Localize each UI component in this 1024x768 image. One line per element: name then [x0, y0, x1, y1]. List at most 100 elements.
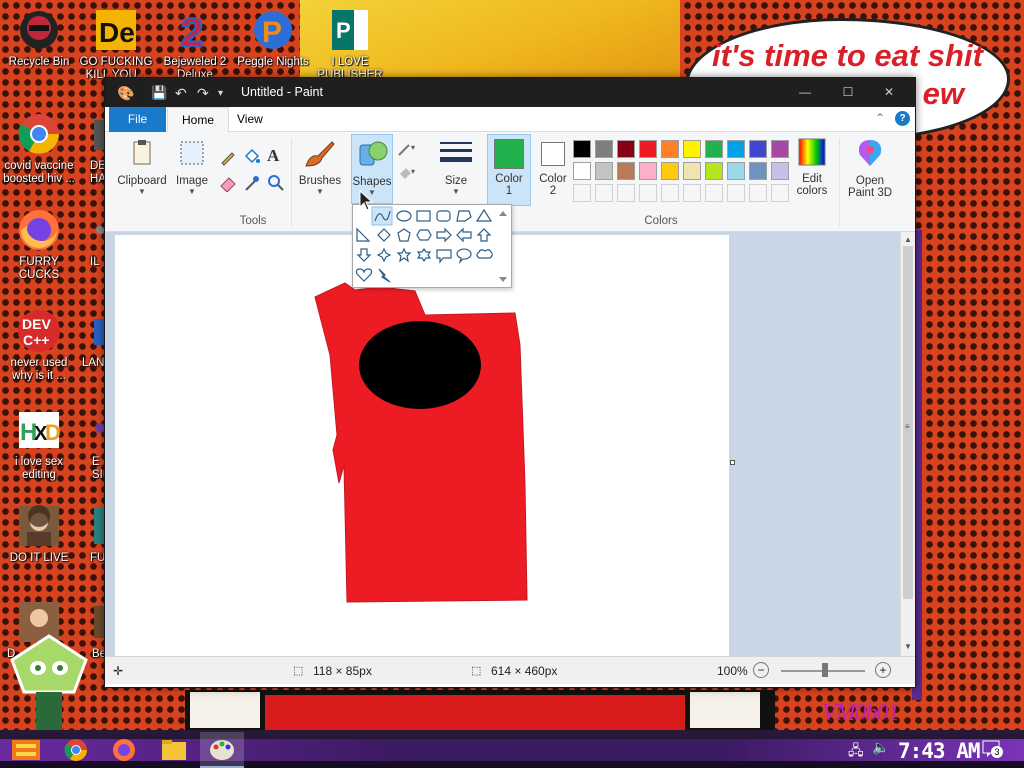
color1-button[interactable]: Color 1 [487, 134, 531, 206]
notification-count: 3 [991, 746, 1003, 758]
network-icon[interactable]: 🖧 [848, 740, 864, 764]
start-button[interactable] [6, 732, 46, 768]
palette-swatch[interactable] [727, 162, 745, 180]
desktop-icon-i-love[interactable]: P I LOVE PUBLISHER [310, 8, 390, 82]
palette-swatch[interactable] [683, 140, 701, 158]
outline-icon[interactable]: ▾ [397, 140, 415, 158]
magnifier-icon[interactable] [267, 174, 285, 192]
taskbar-paint-icon[interactable] [200, 732, 244, 768]
clipboard-button[interactable]: Clipboard ▼ [113, 138, 171, 196]
palette-empty-swatch[interactable] [573, 184, 591, 202]
edit-colors-label-2: colors [796, 185, 828, 197]
desktop-icon-bejeweled-2[interactable]: 2 Bejeweled 2 Deluxe [155, 8, 235, 82]
customize-quick-access-icon[interactable]: ▾ [218, 88, 223, 99]
palette-swatch[interactable] [617, 162, 635, 180]
eraser-icon[interactable] [219, 174, 237, 193]
minimize-button[interactable]: — [785, 78, 825, 107]
palette-swatch[interactable] [771, 140, 789, 158]
palette-swatch[interactable] [727, 140, 745, 158]
maximize-button[interactable]: ☐ [828, 78, 868, 107]
palette-empty-swatch[interactable] [661, 184, 679, 202]
taskbar-chrome-icon[interactable] [56, 732, 96, 768]
tab-home[interactable]: Home [167, 107, 230, 133]
palette-swatch[interactable] [573, 162, 591, 180]
save-icon[interactable]: 💾 [151, 85, 167, 101]
palette-swatch[interactable] [595, 162, 613, 180]
zoom-out-icon[interactable]: − [753, 662, 769, 678]
tab-file[interactable]: File [109, 107, 166, 132]
taskbar-clock[interactable]: 7:43 AM [898, 739, 981, 763]
palette-empty-swatch[interactable] [595, 184, 613, 202]
palette-empty-swatch[interactable] [639, 184, 657, 202]
color-picker-icon[interactable] [243, 174, 261, 192]
palette-swatch[interactable] [749, 140, 767, 158]
grip-icon: ≡ [905, 422, 910, 431]
canvas-size-icon: ⬚ [471, 665, 482, 677]
zoom-slider-thumb[interactable] [822, 663, 828, 677]
collapse-ribbon-icon[interactable]: ⌃ [875, 111, 885, 125]
drawing-canvas[interactable] [115, 235, 729, 656]
wallpaper-bottom-panel-right [690, 692, 760, 728]
palette-swatch[interactable] [683, 162, 701, 180]
desktop-icon-peggle-nights[interactable]: P Peggle Nights [233, 8, 313, 69]
paint-app-icon[interactable]: 🎨 [117, 85, 134, 102]
palette-swatch[interactable] [771, 162, 789, 180]
palette-empty-swatch[interactable] [683, 184, 701, 202]
palette-swatch[interactable] [639, 162, 657, 180]
desktop-icon-label: Recycle Bin [8, 56, 70, 68]
desktop-icon-go-fucking-kill[interactable]: De GO FUCKING KILL YOU... [76, 8, 156, 82]
redo-icon[interactable]: ↷ [197, 85, 209, 102]
color2-button[interactable]: Color 2 [533, 134, 573, 206]
notification-icon[interactable]: 3 [982, 740, 1004, 758]
color1-label: Color [495, 173, 523, 185]
palette-swatch[interactable] [573, 140, 591, 158]
palette-swatch[interactable] [639, 140, 657, 158]
resize-handle[interactable] [730, 460, 735, 465]
status-bar: ✛ ⬚ 118 × 85px ⬚ 614 × 460px 100% − + [105, 656, 915, 684]
palette-empty-swatch[interactable] [617, 184, 635, 202]
palette-swatch[interactable] [661, 162, 679, 180]
desktop-icon-recycle-bin[interactable]: Recycle Bin [0, 8, 79, 69]
undo-icon[interactable]: ↶ [175, 85, 187, 102]
palette-swatch[interactable] [705, 162, 723, 180]
tab-view[interactable]: View [223, 107, 277, 132]
palette-swatch[interactable] [749, 162, 767, 180]
palette-empty-swatch[interactable] [749, 184, 767, 202]
shapes-label: Shapes [352, 176, 392, 188]
palette-swatch[interactable] [705, 140, 723, 158]
vertical-scrollbar[interactable]: ▲ ≡ ▼ [900, 232, 915, 656]
palette-empty-swatch[interactable] [705, 184, 723, 202]
peggle-icon: P [251, 8, 295, 52]
oval-shape-icon [396, 210, 412, 222]
taskbar-file-explorer-icon[interactable] [154, 732, 194, 768]
palette-empty-swatch[interactable] [727, 184, 745, 202]
down-arrow-shape-icon [356, 248, 372, 262]
polygon-shape-icon [456, 210, 472, 222]
text-icon[interactable]: A [267, 146, 285, 165]
open-paint3d-button[interactable]: Open Paint 3D [843, 138, 897, 199]
palette-swatch[interactable] [617, 140, 635, 158]
edit-colors-button[interactable]: Edit colors [789, 138, 835, 197]
scroll-up-icon[interactable]: ▲ [904, 235, 912, 244]
svg-text:DEV: DEV [22, 316, 51, 332]
taskbar-firefox-icon[interactable] [104, 732, 144, 768]
close-button[interactable]: ✕ [869, 78, 909, 107]
palette-empty-swatch[interactable] [771, 184, 789, 202]
brushes-button[interactable]: Brushes ▼ [295, 138, 345, 196]
triangle-shape-icon [475, 208, 493, 222]
zoom-in-icon[interactable]: + [875, 662, 891, 678]
size-button[interactable]: Size ▼ [435, 138, 477, 196]
firefox-icon [17, 208, 61, 252]
shapes-icon [352, 139, 392, 172]
paint3d-icon [843, 138, 897, 171]
rainbow-palette-icon [789, 138, 835, 169]
palette-swatch[interactable] [595, 140, 613, 158]
fill-icon[interactable]: ▾ [397, 164, 415, 182]
help-icon[interactable]: ? [895, 111, 910, 126]
fill-bucket-icon[interactable] [243, 148, 261, 166]
image-button[interactable]: Image ▼ [173, 138, 211, 196]
pencil-icon[interactable] [219, 148, 237, 166]
palette-swatch[interactable] [661, 140, 679, 158]
volume-icon[interactable]: 🔈 [872, 739, 889, 756]
scroll-down-icon[interactable]: ▼ [904, 642, 912, 651]
